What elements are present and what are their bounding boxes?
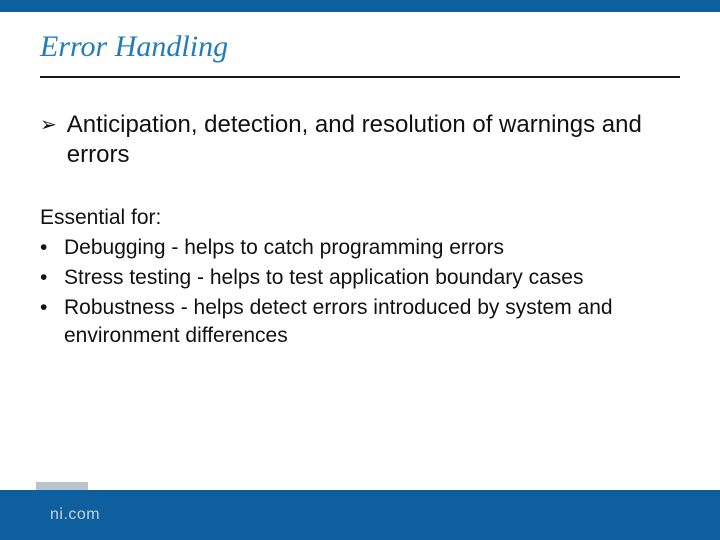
footer-accent-dash — [36, 482, 88, 490]
list-item: • Stress testing - helps to test applica… — [40, 264, 680, 292]
slide-content: ➢ Anticipation, detection, and resolutio… — [40, 110, 680, 352]
footer-bar: ni.com — [0, 490, 720, 540]
list-item-text: Robustness - helps detect errors introdu… — [64, 294, 680, 350]
sub-section: Essential for: • Debugging - helps to ca… — [40, 204, 680, 350]
list-item-text: Debugging - helps to catch programming e… — [64, 234, 680, 262]
top-accent-bar — [0, 0, 720, 12]
bullet-icon: • — [40, 234, 64, 262]
sub-list: • Debugging - helps to catch programming… — [40, 234, 680, 350]
slide-title: Error Handling — [40, 30, 680, 74]
chevron-right-icon: ➢ — [40, 110, 57, 140]
brand-text: ni.com — [50, 506, 100, 524]
title-underline — [40, 76, 680, 78]
title-block: Error Handling — [40, 30, 680, 78]
list-item: • Debugging - helps to catch programming… — [40, 234, 680, 262]
list-item-text: Stress testing - helps to test applicati… — [64, 264, 680, 292]
sub-heading: Essential for: — [40, 204, 680, 232]
bullet-icon: • — [40, 294, 64, 322]
slide: Error Handling ➢ Anticipation, detection… — [0, 0, 720, 540]
lead-text: Anticipation, detection, and resolution … — [67, 110, 680, 170]
bullet-icon: • — [40, 264, 64, 292]
lead-bullet: ➢ Anticipation, detection, and resolutio… — [40, 110, 680, 170]
list-item: • Robustness - helps detect errors intro… — [40, 294, 680, 350]
